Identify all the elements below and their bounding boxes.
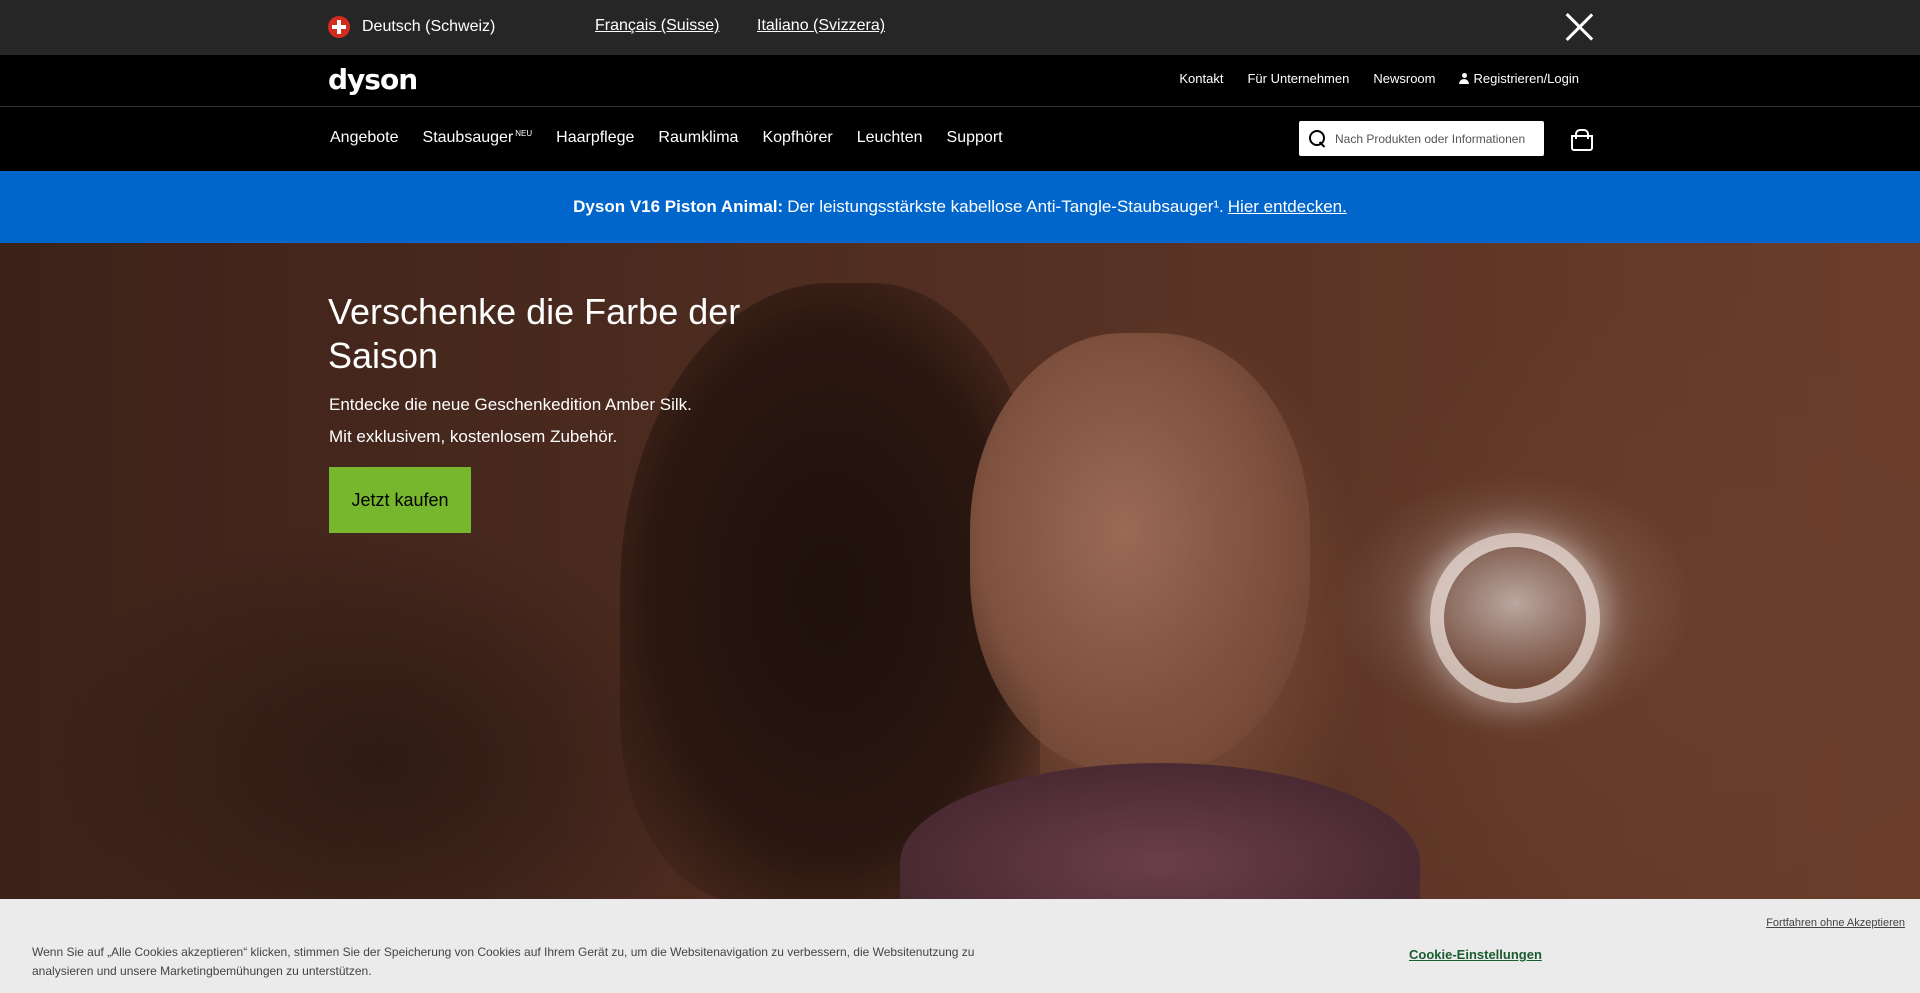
- cookie-text: Wenn Sie auf „Alle Cookies akzeptieren“ …: [32, 945, 975, 978]
- hero-subtitle: Entdecke die neue Geschenkedition Amber …: [329, 389, 692, 453]
- new-badge: NEU: [515, 129, 533, 138]
- promo-product: Dyson V16 Piston Animal:: [573, 197, 784, 216]
- hero-title: Verschenke die Farbe der Saison: [328, 291, 741, 376]
- hero-subtitle-line2: Mit exklusivem, kostenlosem Zubehör.: [329, 427, 618, 446]
- dyson-logo[interactable]: dyson: [328, 63, 418, 96]
- buy-now-button[interactable]: Jetzt kaufen: [329, 467, 471, 533]
- hero-image-light: [1430, 533, 1600, 703]
- promo-text: Der leistungsstärkste kabellose Anti-Tan…: [787, 197, 1224, 216]
- cookie-settings-button[interactable]: Cookie-Einstellungen: [1409, 947, 1542, 962]
- hero-subtitle-line1: Entdecke die neue Geschenkedition Amber …: [329, 395, 692, 414]
- swiss-flag-icon: [328, 16, 350, 38]
- nav-item-kopfhoerer[interactable]: Kopfhörer: [762, 129, 832, 147]
- business-link[interactable]: Für Unternehmen: [1247, 71, 1349, 86]
- close-icon[interactable]: [1566, 13, 1594, 41]
- nav-menu: Angebote Staubsauger NEU Haarpflege Raumk…: [330, 129, 1003, 147]
- language-bar: Deutsch (Schweiz) Français (Suisse) Ital…: [0, 0, 1920, 55]
- utility-bar: dyson Kontakt Für Unternehmen Newsroom R…: [0, 55, 1920, 107]
- hero-image-face: [970, 333, 1310, 773]
- language-link-italian[interactable]: Italiano (Svizzera): [757, 17, 885, 35]
- cookie-banner: Fortfahren ohne Akzeptieren Wenn Sie auf…: [0, 899, 1920, 993]
- hero-banner: Verschenke die Farbe der Saison Entdecke…: [0, 243, 1920, 899]
- newsroom-link[interactable]: Newsroom: [1373, 71, 1435, 86]
- current-language: Deutsch (Schweiz): [328, 15, 495, 39]
- contact-link[interactable]: Kontakt: [1179, 71, 1223, 86]
- main-navigation: Angebote Staubsauger NEU Haarpflege Raumk…: [0, 107, 1920, 171]
- person-icon: [1459, 73, 1470, 84]
- login-label: Registrieren/Login: [1473, 71, 1579, 86]
- nav-item-leuchten[interactable]: Leuchten: [857, 129, 923, 147]
- search-box[interactable]: [1299, 121, 1544, 156]
- nav-item-haarpflege[interactable]: Haarpflege: [556, 129, 634, 147]
- search-icon[interactable]: [1309, 129, 1327, 148]
- nav-item-staubsauger[interactable]: Staubsauger NEU: [423, 129, 533, 147]
- nav-item-angebote[interactable]: Angebote: [330, 129, 399, 147]
- current-language-label: Deutsch (Schweiz): [362, 18, 496, 35]
- search-input[interactable]: [1335, 131, 1535, 146]
- promo-banner: Dyson V16 Piston Animal: Der leistungsst…: [0, 171, 1920, 243]
- nav-item-label: Staubsauger: [422, 129, 514, 146]
- language-link-french[interactable]: Français (Suisse): [595, 17, 719, 35]
- nav-item-support[interactable]: Support: [947, 129, 1003, 147]
- utility-links: Kontakt Für Unternehmen Newsroom Registr…: [1179, 71, 1579, 86]
- promo-link[interactable]: Hier entdecken.: [1228, 197, 1347, 217]
- basket-icon[interactable]: [1570, 129, 1593, 151]
- nav-item-raumklima[interactable]: Raumklima: [658, 129, 738, 147]
- login-link[interactable]: Registrieren/Login: [1459, 71, 1579, 86]
- continue-without-accepting-link[interactable]: Fortfahren ohne Akzeptieren: [1766, 917, 1905, 929]
